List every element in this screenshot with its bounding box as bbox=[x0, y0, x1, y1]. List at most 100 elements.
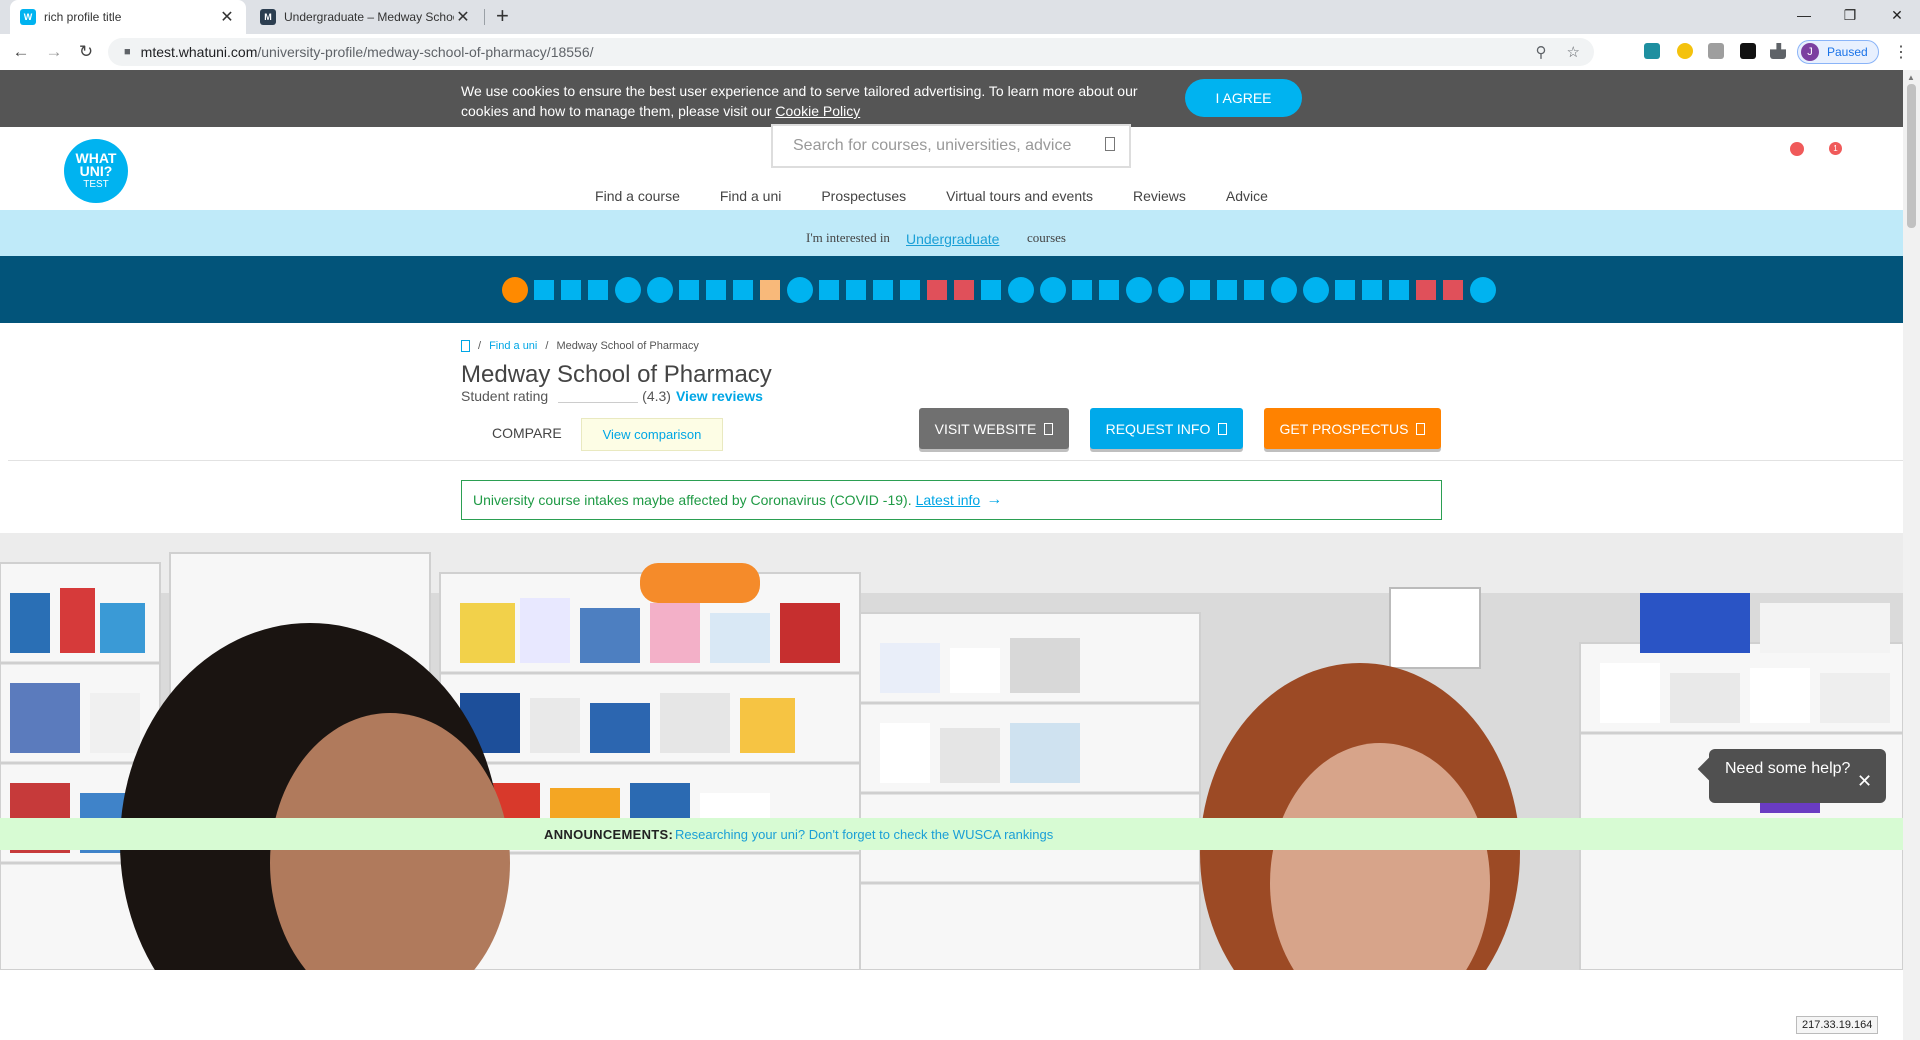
placeholder-glyph-icon bbox=[927, 280, 947, 300]
request-info-button[interactable]: REQUEST INFO bbox=[1090, 408, 1243, 449]
get-prospectus-button[interactable]: GET PROSPECTUS bbox=[1264, 408, 1441, 449]
placeholder-glyph-icon bbox=[534, 280, 554, 300]
latest-info-link[interactable]: Latest info bbox=[916, 492, 981, 508]
cookie-policy-link[interactable]: Cookie Policy bbox=[775, 103, 860, 119]
covid-notice: University course intakes maybe affected… bbox=[461, 480, 1442, 520]
help-widget[interactable]: Need some help? ✕ bbox=[1697, 749, 1886, 803]
placeholder-glyph-icon bbox=[1303, 277, 1329, 303]
placeholder-glyph-icon bbox=[679, 280, 699, 300]
profile-status: Paused bbox=[1827, 45, 1868, 59]
placeholder-glyph-icon bbox=[502, 277, 528, 303]
placeholder-glyph-icon bbox=[1072, 280, 1092, 300]
address-bar[interactable]: ■ mtest.whatuni.com/university-profile/m… bbox=[108, 38, 1594, 66]
scrollbar-thumb[interactable] bbox=[1907, 84, 1916, 228]
student-rating: Student rating (4.3) View reviews bbox=[461, 388, 763, 404]
breadcrumb-find-a-uni[interactable]: Find a uni bbox=[489, 340, 537, 352]
placeholder-glyph-icon bbox=[819, 280, 839, 300]
notification-badge[interactable]: 1 bbox=[1829, 142, 1842, 155]
tab-title: rich profile title bbox=[44, 10, 122, 24]
decorative-placeholder-strip bbox=[0, 256, 1903, 323]
nav-advice[interactable]: Advice bbox=[1226, 188, 1268, 204]
placeholder-glyph-icon bbox=[1244, 280, 1264, 300]
browser-toolbar: ← → ↻ ■ mtest.whatuni.com/university-pro… bbox=[0, 34, 1920, 70]
restore-icon[interactable]: ❐ bbox=[1827, 0, 1873, 30]
tab-active[interactable]: W rich profile title ✕ bbox=[10, 0, 246, 34]
placeholder-glyph-icon bbox=[787, 277, 813, 303]
close-window-icon[interactable]: ✕ bbox=[1874, 0, 1920, 30]
close-icon[interactable]: ✕ bbox=[1857, 771, 1872, 792]
info-icon bbox=[1218, 422, 1228, 435]
close-tab-icon[interactable]: ✕ bbox=[218, 7, 236, 27]
cookie-text: We use cookies to ensure the best user e… bbox=[461, 83, 1138, 119]
placeholder-glyph-icon bbox=[1008, 277, 1034, 303]
placeholder-glyph-icon bbox=[1389, 280, 1409, 300]
home-icon[interactable] bbox=[461, 340, 470, 352]
nav-find-a-uni[interactable]: Find a uni bbox=[720, 188, 781, 204]
reload-icon[interactable]: ↻ bbox=[76, 42, 96, 62]
page-viewport: We use cookies to ensure the best user e… bbox=[0, 70, 1903, 1040]
view-comparison-button[interactable]: View comparison bbox=[581, 418, 723, 451]
announcement-link[interactable]: Researching your uni? Don't forget to ch… bbox=[675, 827, 1053, 842]
placeholder-glyph-icon bbox=[588, 280, 608, 300]
compare-toggle[interactable]: COMPARE bbox=[492, 425, 562, 441]
ip-badge: 217.33.19.164 bbox=[1796, 1016, 1879, 1034]
new-tab-icon[interactable]: + bbox=[496, 3, 509, 29]
arrow-right-icon[interactable]: → bbox=[986, 491, 1002, 509]
placeholder-glyph-icon bbox=[1443, 280, 1463, 300]
browser-tabstrip: W rich profile title ✕ M Undergraduate –… bbox=[0, 0, 1920, 34]
view-reviews-link[interactable]: View reviews bbox=[676, 388, 763, 404]
search-input[interactable]: Search for courses, universities, advice bbox=[771, 124, 1131, 168]
placeholder-glyph-icon bbox=[561, 280, 581, 300]
divider bbox=[8, 460, 1903, 461]
nav-prospectuses[interactable]: Prospectuses bbox=[821, 188, 906, 204]
placeholder-glyph-icon bbox=[1217, 280, 1237, 300]
extension-icon[interactable] bbox=[1740, 43, 1756, 59]
page-title: Medway School of Pharmacy bbox=[461, 361, 772, 388]
scroll-up-icon[interactable]: ▲ bbox=[1907, 73, 1915, 82]
placeholder-glyph-icon bbox=[1126, 277, 1152, 303]
extension-icon[interactable] bbox=[1644, 43, 1660, 59]
placeholder-glyph-icon bbox=[873, 280, 893, 300]
medway-favicon-icon: M bbox=[260, 9, 276, 25]
placeholder-glyph-icon bbox=[1190, 280, 1210, 300]
search-icon[interactable] bbox=[1105, 137, 1115, 151]
cookie-banner: We use cookies to ensure the best user e… bbox=[0, 70, 1903, 127]
help-text: Need some help? bbox=[1725, 760, 1851, 777]
lock-icon: ■ bbox=[124, 46, 131, 58]
visit-website-button[interactable]: VISIT WEBSITE bbox=[919, 408, 1069, 449]
placeholder-glyph-icon bbox=[900, 280, 920, 300]
placeholder-glyph-icon bbox=[1470, 277, 1496, 303]
extension-icon[interactable] bbox=[1677, 43, 1693, 59]
browser-menu-icon[interactable]: ⋮ bbox=[1893, 42, 1909, 62]
rating-label: Student rating bbox=[461, 388, 549, 404]
bookmark-star-icon[interactable]: ☆ bbox=[1567, 43, 1580, 61]
user-icon[interactable] bbox=[1790, 142, 1804, 156]
close-tab-icon[interactable]: ✕ bbox=[454, 7, 472, 27]
extension-icon[interactable] bbox=[1708, 43, 1724, 59]
page-scrollbar[interactable]: ▲ bbox=[1903, 70, 1920, 1040]
breadcrumb-current: Medway School of Pharmacy bbox=[556, 340, 699, 352]
qualification-selector[interactable]: Undergraduate bbox=[906, 231, 999, 247]
nav-virtual-tours[interactable]: Virtual tours and events bbox=[946, 188, 1093, 204]
external-link-icon bbox=[1044, 422, 1054, 435]
location-icon[interactable]: ⚲ bbox=[1536, 43, 1547, 61]
nav-reviews[interactable]: Reviews bbox=[1133, 188, 1186, 204]
pharmacy-photo bbox=[0, 533, 1903, 970]
placeholder-glyph-icon bbox=[1040, 277, 1066, 303]
interest-prefix: I'm interested in bbox=[806, 230, 890, 245]
placeholder-glyph-icon bbox=[760, 280, 780, 300]
rating-value: (4.3) bbox=[642, 388, 671, 404]
forward-icon[interactable]: → bbox=[44, 42, 64, 62]
tab-title: Undergraduate – Medway Schoo bbox=[284, 10, 454, 24]
agree-button[interactable]: I AGREE bbox=[1185, 79, 1302, 117]
hero-image bbox=[0, 533, 1903, 970]
back-icon[interactable]: ← bbox=[11, 42, 31, 62]
nav-find-a-course[interactable]: Find a course bbox=[595, 188, 680, 204]
minimize-icon[interactable]: — bbox=[1781, 0, 1827, 30]
tab-inactive[interactable]: M Undergraduate – Medway Schoo ✕ bbox=[250, 0, 482, 34]
profile-button[interactable]: J Paused bbox=[1797, 40, 1879, 64]
avatar: J bbox=[1801, 43, 1819, 61]
placeholder-glyph-icon bbox=[733, 280, 753, 300]
placeholder-glyph-icon bbox=[706, 280, 726, 300]
covid-text: University course intakes maybe affected… bbox=[473, 492, 912, 508]
